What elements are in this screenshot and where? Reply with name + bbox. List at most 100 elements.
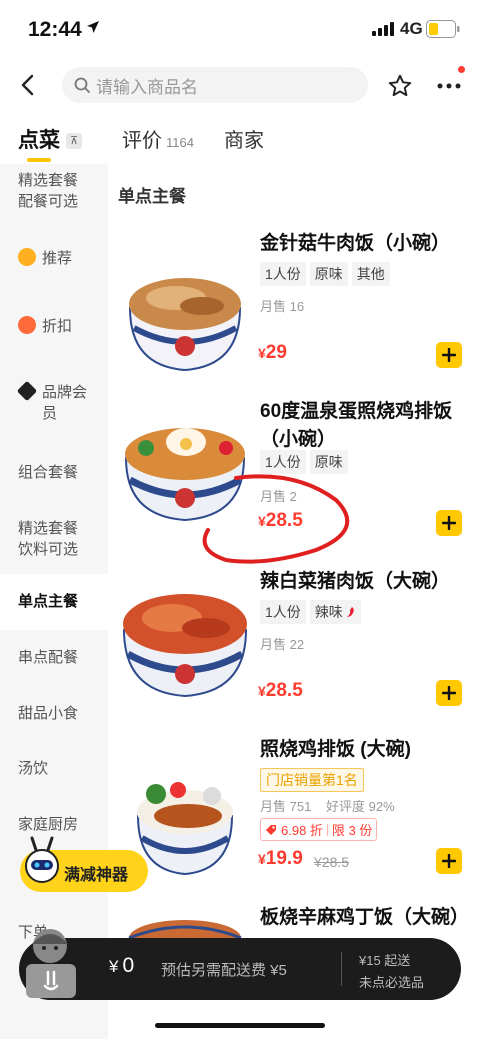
sidebar-item-discount[interactable]: 折扣 xyxy=(0,316,108,337)
sidebar-item-dessert[interactable]: 甜品小食 xyxy=(0,703,108,724)
search-placeholder: 请输入商品名 xyxy=(96,77,198,97)
location-arrow-icon xyxy=(86,20,100,39)
price-value: 19.9 xyxy=(265,848,303,869)
sidebar-item-side-dish[interactable]: 串点配餐 xyxy=(0,647,108,668)
product-image xyxy=(122,594,248,698)
sidebar-item-main-dish[interactable]: 单点主餐 xyxy=(0,574,108,630)
tab-reviews[interactable]: 评价 1164 xyxy=(122,124,194,153)
product-price: ¥19.9 xyxy=(258,848,303,870)
sidebar-item-label: 精选套餐饮料可选 xyxy=(18,520,79,558)
more-dots-icon xyxy=(437,83,461,89)
product-tags: 1人份 辣味​ xyxy=(260,600,361,624)
product-list: 单点主餐 金针菇牛肉饭（小碗） 1人份 原味 其他 月售 16 ¥29 60度温… xyxy=(108,164,480,1039)
product-tag: 辣味​ xyxy=(309,600,361,624)
sidebar-item-family[interactable]: 家庭厨房 xyxy=(0,814,108,835)
rating-text: 好评度 92% xyxy=(326,799,395,814)
price-symbol: ¥ xyxy=(258,851,266,867)
monthly-sales: 月售 751 xyxy=(260,799,312,814)
tab-order[interactable]: 点菜 ⊼ xyxy=(18,124,82,154)
add-to-cart-button[interactable] xyxy=(436,848,462,874)
more-button[interactable] xyxy=(432,70,466,102)
sidebar-item-label: 家庭厨房 xyxy=(18,816,79,833)
tab-reviews-label: 评价 xyxy=(122,130,162,152)
robot-mascot-icon xyxy=(25,836,59,883)
product-name: 照烧鸡排饭 (大碗) xyxy=(260,739,411,760)
product-name: 辣白菜猪肉饭（大碗） xyxy=(260,571,451,592)
tab-bar: 点菜 ⊼ 评价 1164 商家 xyxy=(0,116,480,164)
product-image xyxy=(128,278,242,372)
cart-mascot-icon[interactable] xyxy=(12,920,92,1000)
tab-order-label: 点菜 xyxy=(18,129,60,152)
product-image xyxy=(128,920,242,938)
sidebar-item-label: 单点主餐 xyxy=(18,593,79,610)
discount-icon xyxy=(18,316,36,334)
favorite-button[interactable] xyxy=(384,70,416,102)
cart-currency: ¥ xyxy=(109,957,119,976)
sidebar-item-set-meal[interactable]: 精选套餐配餐可选 xyxy=(0,170,100,212)
cart-amount: 0 xyxy=(122,954,135,977)
product-name: 60度温泉蛋照烧鸡排饭（小碗） xyxy=(260,401,453,450)
search-input[interactable]: 请输入商品名 xyxy=(62,67,368,103)
product-name: 板烧辛麻鸡丁饭（大碗） xyxy=(260,907,470,928)
product-price: ¥29 xyxy=(258,342,287,364)
price-symbol: ¥ xyxy=(258,683,266,699)
chili-pepper-icon xyxy=(346,607,354,617)
status-bar: 12:44 4G xyxy=(0,0,480,60)
discount-tag-icon xyxy=(266,824,276,835)
notification-dot xyxy=(458,66,465,73)
network-type: 4G xyxy=(400,19,423,38)
price-symbol: ¥ xyxy=(258,345,266,361)
tab-merchant-label: 商家 xyxy=(224,130,264,152)
star-icon xyxy=(388,74,412,97)
sidebar-item-label: 推荐 xyxy=(42,250,73,267)
vip-icon xyxy=(16,380,38,402)
purchase-limit: 限 3 份 xyxy=(331,823,373,838)
section-title: 单点主餐 xyxy=(118,187,186,206)
sidebar-item-label: 折扣 xyxy=(42,318,73,335)
sidebar-item-label: 组合套餐 xyxy=(18,464,79,481)
divider xyxy=(341,952,342,986)
promo-button[interactable]: 满减神器 xyxy=(20,836,148,892)
signal-icon xyxy=(372,22,394,41)
sales-rank-badge: 门店销量第1名 xyxy=(260,768,364,792)
sidebar-item-recommend[interactable]: 推荐 xyxy=(0,248,108,269)
product-tag: 1人份 xyxy=(260,262,306,286)
product-tags: 1人份 原味 其他 xyxy=(260,262,390,286)
sidebar-item-label: 精选套餐配餐可选 xyxy=(18,172,79,210)
add-to-cart-button[interactable] xyxy=(436,680,462,706)
add-to-cart-button[interactable] xyxy=(436,342,462,368)
sidebar-item-combo[interactable]: 组合套餐 xyxy=(0,462,108,483)
discount-badge: 6.98 折 限 3 份 xyxy=(260,818,378,841)
delivery-fee-note: 预估另需配送费 ¥5 xyxy=(161,962,287,979)
plus-icon xyxy=(442,348,456,362)
minimum-order: ¥15 起送 xyxy=(359,953,411,968)
price-value: 29 xyxy=(265,342,287,363)
product-name: 金针菇牛肉饭（小碗） xyxy=(260,233,451,254)
status-time: 12:44 xyxy=(28,18,82,41)
tab-merchant[interactable]: 商家 xyxy=(224,124,264,153)
category-sidebar: 精选套餐配餐可选 推荐 折扣 品牌会员 组合套餐 精选套餐饮料可选 单点主餐 串… xyxy=(0,164,108,1039)
hand-drawn-circle-annotation xyxy=(202,474,350,564)
thumbs-up-icon xyxy=(18,248,36,266)
sidebar-item-brand-member[interactable]: 品牌会员 xyxy=(0,380,108,424)
back-button[interactable] xyxy=(12,68,42,102)
cart-total: ¥0 xyxy=(109,954,134,978)
product-tag: 原味 xyxy=(309,262,348,286)
sidebar-item-soup[interactable]: 汤饮 xyxy=(0,758,108,779)
plus-icon xyxy=(442,516,456,530)
original-price: ¥28.5 xyxy=(314,854,350,870)
add-to-cart-button[interactable] xyxy=(436,510,462,536)
product-price: ¥28.5 xyxy=(258,680,303,702)
sidebar-item-label: 品牌会员 xyxy=(42,384,88,422)
plus-icon xyxy=(442,686,456,700)
review-count: 1164 xyxy=(166,135,194,150)
home-indicator xyxy=(155,1023,325,1028)
search-icon xyxy=(74,77,90,93)
plus-icon xyxy=(442,854,456,868)
product-tag: 1人份 xyxy=(260,600,306,624)
sidebar-item-label: 汤饮 xyxy=(18,760,49,777)
sidebar-item-drink-set[interactable]: 精选套餐饮料可选 xyxy=(0,518,108,560)
product-tag-label: 辣味 xyxy=(314,604,343,620)
monthly-sales: 月售 16 xyxy=(260,299,305,314)
nav-bar: 请输入商品名 xyxy=(0,60,480,112)
